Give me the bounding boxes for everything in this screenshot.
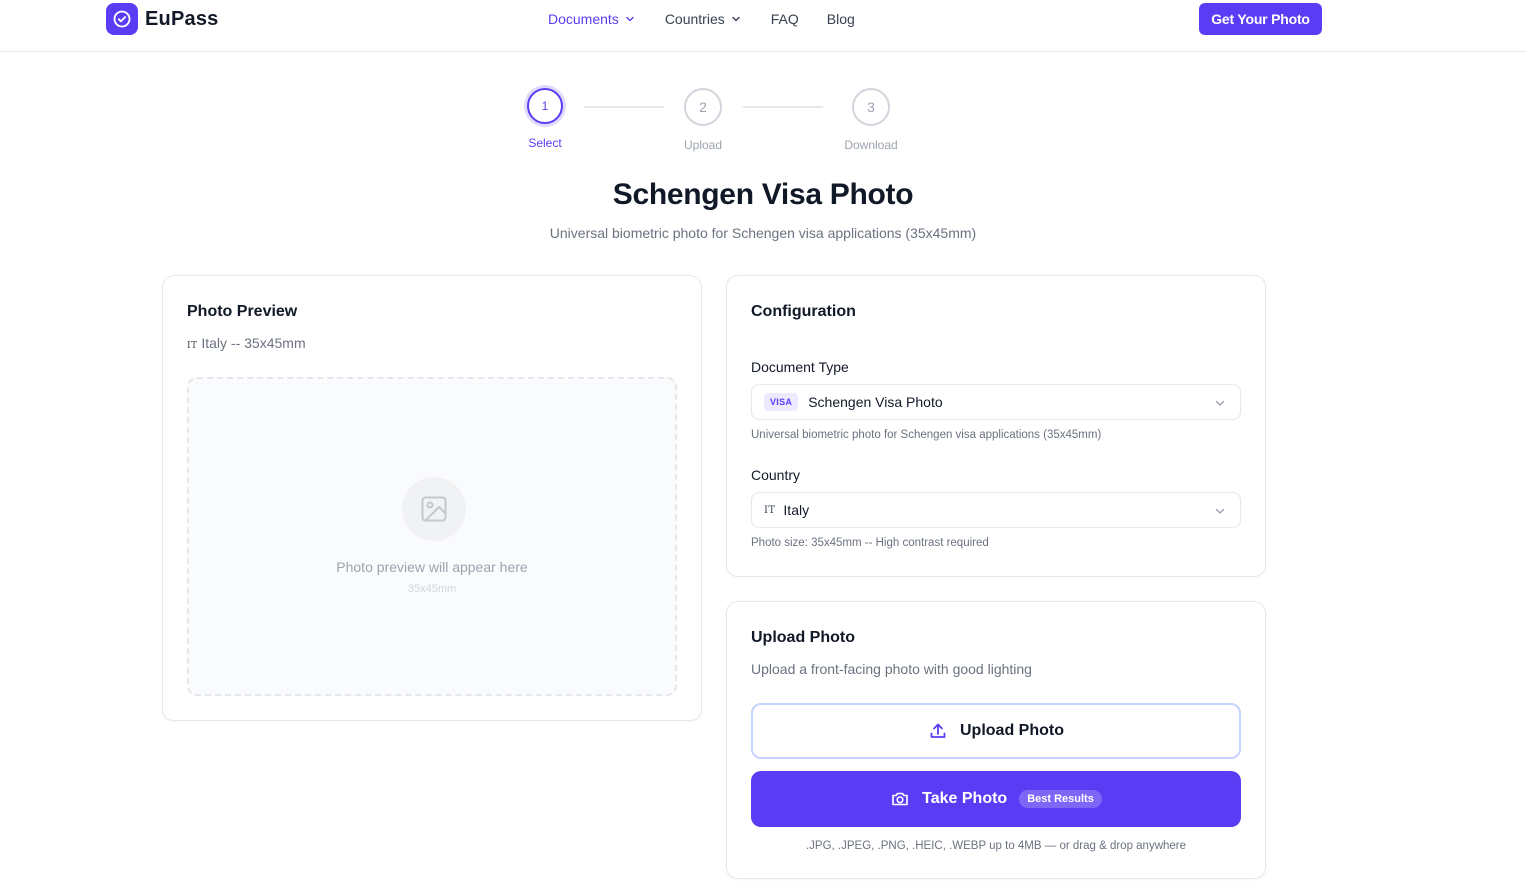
take-photo-button[interactable]: Take Photo Best Results (751, 771, 1241, 827)
main-nav: Documents Countries FAQ Blog (548, 11, 855, 27)
configuration-card: Configuration Document Type VISA Schenge… (726, 275, 1266, 577)
country-help: Photo size: 35x45mm -- High contrast req… (751, 537, 989, 549)
nav-faq-label: FAQ (770, 11, 799, 27)
preview-subtitle-text: Italy -- 35x45mm (201, 335, 306, 351)
photo-dropzone[interactable]: Photo preview will appear here 35x45mm (187, 377, 677, 696)
italy-flag-icon: IT (764, 504, 776, 516)
step-upload[interactable]: 2 Upload (663, 88, 743, 152)
page-subtitle: Universal biometric photo for Schengen v… (549, 225, 977, 241)
photo-preview-card: Photo Preview IT Italy -- 35x45mm Photo … (162, 275, 702, 721)
step-number: 3 (852, 88, 890, 126)
configuration-title: Configuration (751, 303, 856, 320)
upload-photo-label: Upload Photo (960, 722, 1064, 739)
nav-documents[interactable]: Documents (548, 11, 635, 27)
country-select[interactable]: IT Italy (751, 492, 1241, 528)
top-navbar: EuPass Documents Countries FAQ Blog Get … (0, 0, 1526, 52)
chevron-down-icon (1215, 508, 1225, 514)
chevron-down-icon (626, 16, 634, 22)
brand-name: EuPass (145, 7, 219, 30)
best-results-badge: Best Results (1019, 790, 1102, 808)
camera-icon (892, 792, 908, 806)
take-photo-label: Take Photo (922, 790, 1008, 807)
photo-preview-title: Photo Preview (187, 303, 298, 320)
upload-photo-title: Upload Photo (751, 629, 855, 646)
step-select[interactable]: 1 Select (505, 88, 585, 150)
upload-photo-card: Upload Photo Upload a front-facing photo… (726, 601, 1266, 879)
nav-countries[interactable]: Countries (665, 11, 741, 27)
step-number: 2 (684, 88, 722, 126)
nav-faq[interactable]: FAQ (771, 11, 799, 27)
step-number: 1 (527, 88, 563, 124)
nav-documents-label: Documents (548, 11, 619, 27)
upload-photo-button[interactable]: Upload Photo (751, 703, 1241, 759)
chevron-down-icon (732, 16, 740, 22)
placeholder-dimensions: 35x45mm (407, 583, 457, 595)
upload-subtitle: Upload a front-facing photo with good li… (751, 661, 1032, 677)
page-title: Schengen Visa Photo (612, 178, 914, 211)
document-type-label: Document Type (751, 359, 849, 375)
step-connector (743, 106, 823, 108)
step-label: Download (844, 138, 898, 152)
nav-blog-label: Blog (826, 11, 855, 27)
upload-icon (930, 723, 946, 738)
country-label: Country (751, 467, 801, 483)
get-your-photo-button[interactable]: Get Your Photo (1199, 3, 1322, 35)
step-label: Upload (683, 138, 723, 152)
step-label: Select (528, 136, 562, 150)
step-connector (584, 106, 664, 108)
image-icon (402, 477, 466, 541)
step-download[interactable]: 3 Download (831, 88, 911, 152)
italy-flag-icon: IT (187, 341, 198, 351)
preview-country-size: IT Italy -- 35x45mm (187, 335, 306, 351)
document-type-select[interactable]: VISA Schengen Visa Photo (751, 384, 1241, 420)
brand-logo[interactable]: EuPass (106, 3, 218, 35)
check-circle-icon (106, 3, 138, 35)
chevron-down-icon (1215, 400, 1225, 406)
visa-badge: VISA (764, 393, 799, 411)
accepted-formats-note: .JPG, .JPEG, .PNG, .HEIC, .WEBP up to 4M… (805, 840, 1187, 852)
nav-blog[interactable]: Blog (827, 11, 855, 27)
placeholder-text: Photo preview will appear here (336, 559, 528, 575)
country-value: Italy (783, 502, 810, 518)
document-type-value: Schengen Visa Photo (808, 394, 943, 410)
nav-countries-label: Countries (664, 11, 725, 27)
document-type-help: Universal biometric photo for Schengen v… (751, 429, 1102, 441)
